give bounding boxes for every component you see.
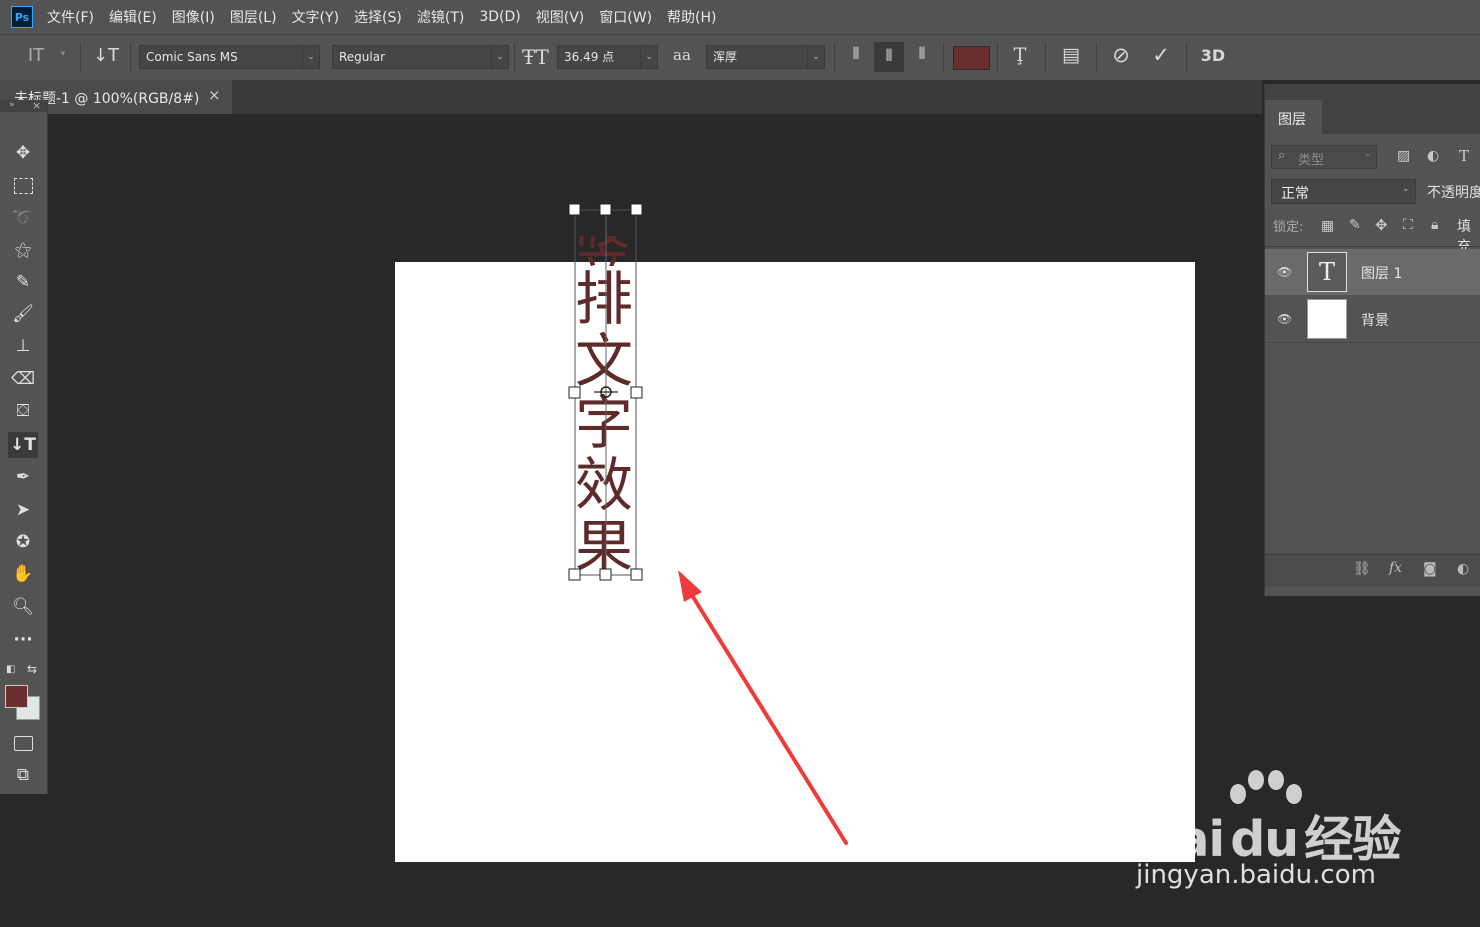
layer-name: 图层 1 xyxy=(1361,266,1403,282)
layers-tab[interactable]: 图层 xyxy=(1265,100,1322,134)
adjustment-layer-icon[interactable]: ◐ xyxy=(1457,561,1469,577)
resize-handle[interactable] xyxy=(599,568,612,581)
layer-row[interactable]: 👁︎ T 图层 1 xyxy=(1265,249,1480,295)
red-annotation-arrow xyxy=(678,570,848,845)
text-layer-thumbnail: T xyxy=(1307,252,1347,292)
layers-tab-label: 图层 xyxy=(1278,112,1306,128)
adjustment-filter-icon[interactable]: ◐ xyxy=(1427,148,1439,164)
layers-footer: ⛓ fx ◙ ◐ xyxy=(1265,554,1480,587)
resize-handle[interactable] xyxy=(630,203,643,216)
text-bounding-box[interactable] xyxy=(568,203,643,581)
chevron-down-icon: ⌄ xyxy=(1402,184,1410,194)
search-icon: ⌕ xyxy=(1278,148,1286,163)
add-mask-icon[interactable]: ◙ xyxy=(1423,561,1437,577)
resize-handle[interactable] xyxy=(568,386,581,399)
lock-all-icon[interactable]: 🔒︎ xyxy=(1431,217,1438,233)
watermark-url: jingyan.baidu.com xyxy=(1136,860,1376,890)
resize-handle[interactable] xyxy=(599,203,612,216)
fx-icon[interactable]: fx xyxy=(1389,560,1402,576)
background-layer-thumbnail xyxy=(1307,299,1347,339)
visibility-eye-icon[interactable]: 👁︎ xyxy=(1277,312,1293,326)
resize-handle[interactable] xyxy=(568,203,581,216)
blend-mode-value: 正常 xyxy=(1281,186,1309,202)
opacity-label: 不透明度 xyxy=(1427,185,1480,201)
blend-mode-select[interactable]: 正常 ⌄ xyxy=(1271,179,1416,204)
resize-handle[interactable] xyxy=(630,386,643,399)
resize-handle[interactable] xyxy=(568,568,581,581)
layer-filter-select[interactable]: ⌕ 类型 ⌄ xyxy=(1271,145,1377,169)
layer-row[interactable]: 👁︎ 背景 xyxy=(1265,296,1480,343)
lock-transparent-icon[interactable]: ▦ xyxy=(1321,218,1334,234)
layer-name: 背景 xyxy=(1361,313,1389,329)
divider xyxy=(1265,246,1480,247)
visibility-eye-icon[interactable]: 👁︎ xyxy=(1277,265,1293,279)
resize-handle[interactable] xyxy=(630,568,643,581)
chevron-down-icon: ⌄ xyxy=(1364,149,1372,159)
type-filter-icon[interactable]: T xyxy=(1459,147,1469,165)
layers-panel: 图层 ⌕ 类型 ⌄ ▨ ◐ T 正常 ⌄ 不透明度 锁定: ▦ ✎ ✥ ⛶ 🔒︎… xyxy=(1264,84,1480,596)
lock-image-icon[interactable]: ✎ xyxy=(1349,217,1361,233)
image-filter-icon[interactable]: ▨ xyxy=(1397,148,1410,164)
lock-position-icon[interactable]: ✥ xyxy=(1375,216,1388,234)
lock-label: 锁定: xyxy=(1273,220,1304,235)
lock-artboard-icon[interactable]: ⛶ xyxy=(1403,217,1413,233)
link-layers-icon[interactable]: ⛓ xyxy=(1353,561,1371,577)
layer-filter-value: 类型 xyxy=(1298,153,1325,168)
